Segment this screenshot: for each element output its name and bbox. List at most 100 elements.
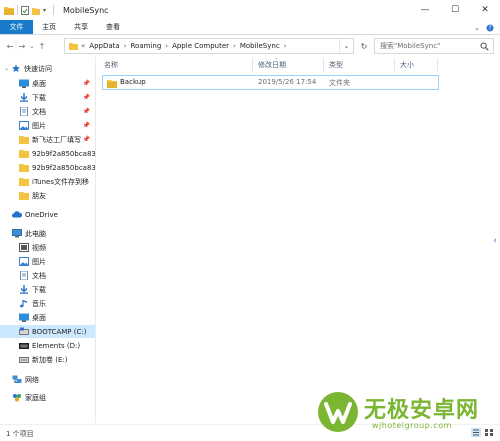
forward-button[interactable]: →: [16, 37, 28, 55]
documents-icon: [20, 107, 28, 116]
nav-item-label: 音乐: [32, 299, 46, 308]
nav-pc-videos[interactable]: 视频: [0, 241, 95, 254]
nav-item-label: 92b9f2a850bca83: [32, 163, 96, 172]
breadcrumb-mobilesync[interactable]: MobileSync: [240, 42, 280, 50]
nav-pc-drive-d[interactable]: Elements (D:): [0, 339, 95, 352]
nav-quick-pictures[interactable]: 图片 📌: [0, 119, 95, 132]
folder-icon: [19, 150, 29, 158]
quick-access-dropdown-icon[interactable]: ▾: [43, 7, 46, 14]
download-icon: [20, 93, 28, 102]
nav-pc-pictures[interactable]: 图片: [0, 255, 95, 268]
nav-pc-music[interactable]: 音乐: [0, 297, 95, 310]
expand-ribbon-icon[interactable]: ⌄: [474, 24, 480, 32]
breadcrumb-apple-computer[interactable]: Apple Computer: [172, 42, 229, 50]
documents-icon: [20, 271, 28, 280]
pin-icon[interactable]: 📌: [83, 122, 90, 129]
nav-item-label: 桌面: [32, 313, 46, 322]
nav-item-label: 图片: [32, 257, 46, 266]
nav-pc-desktop[interactable]: 桌面: [0, 311, 95, 324]
nav-item-label: iTunes文件存到移: [32, 177, 89, 186]
folder-icon: [69, 43, 78, 50]
properties-icon[interactable]: [21, 5, 29, 15]
nav-quick-folder[interactable]: iTunes文件存到移: [0, 175, 95, 188]
nav-quick-desktop[interactable]: 桌面 📌: [0, 77, 95, 90]
download-icon: [20, 285, 28, 294]
nav-quick-folder[interactable]: 92b9f2a850bca83: [0, 147, 95, 160]
nav-onedrive-label: OneDrive: [25, 210, 58, 219]
nav-quick-folder[interactable]: 朋友: [0, 189, 95, 202]
svg-text:?: ?: [488, 25, 491, 32]
tab-share[interactable]: 共享: [65, 20, 97, 34]
chevron-left-icon[interactable]: ‹: [490, 232, 500, 250]
tab-view[interactable]: 查看: [97, 20, 129, 34]
pin-icon[interactable]: 📌: [83, 108, 90, 115]
column-header-size[interactable]: 大小: [396, 58, 438, 72]
up-button[interactable]: ↑: [36, 37, 48, 55]
address-history-dropdown[interactable]: ⌄: [339, 39, 353, 53]
title-separator: [53, 5, 55, 15]
refresh-button[interactable]: ↻: [357, 38, 371, 54]
nav-quick-access[interactable]: ⌄ 快速访问: [0, 62, 95, 75]
nav-item-label: 文档: [32, 107, 46, 116]
nav-network-label: 网络: [25, 375, 39, 384]
nav-quick-folder[interactable]: 92b9f2a850bca83: [0, 161, 96, 174]
tab-home[interactable]: 主页: [33, 20, 65, 34]
chevron-right-icon[interactable]: ›: [233, 42, 236, 50]
file-row[interactable]: Backup 2019/5/26 17:54 文件夹: [102, 75, 439, 90]
title-bar: ▾ MobileSync — ☐ ✕: [0, 0, 500, 20]
column-header-type[interactable]: 类型: [325, 58, 395, 72]
nav-pc-drive-e[interactable]: 新加卷 (E:): [0, 353, 95, 366]
star-icon: [11, 64, 21, 73]
nav-item-label: 下载: [32, 93, 46, 102]
nav-item-label: Elements (D:): [32, 341, 81, 350]
quick-access-separator: [17, 5, 18, 15]
nav-pc-documents[interactable]: 文档: [0, 269, 95, 282]
music-icon: [20, 300, 27, 308]
chevron-right-icon[interactable]: ›: [284, 42, 287, 50]
nav-homegroup[interactable]: 家庭组: [0, 391, 95, 404]
window-controls: — ☐ ✕: [410, 0, 500, 20]
help-icon[interactable]: ?: [486, 24, 494, 32]
desktop-icon: [19, 79, 29, 88]
pin-icon[interactable]: 📌: [83, 136, 90, 143]
nav-item-label: 下载: [32, 285, 46, 294]
pin-icon[interactable]: 📌: [83, 80, 90, 87]
back-button[interactable]: ←: [4, 37, 16, 55]
chevron-right-icon[interactable]: ›: [165, 42, 168, 50]
column-header-name[interactable]: 名称: [100, 58, 253, 72]
search-placeholder: 搜索"MobileSync": [380, 42, 441, 50]
chevron-right-icon[interactable]: ›: [124, 42, 127, 50]
search-box[interactable]: 搜索"MobileSync": [374, 38, 494, 54]
nav-pc-drive-c[interactable]: BOOTCAMP (C:): [0, 325, 95, 338]
minimize-button[interactable]: —: [410, 0, 440, 20]
new-folder-icon[interactable]: [32, 6, 40, 15]
recent-locations-icon[interactable]: ⌄: [28, 37, 36, 55]
folder-icon: [19, 164, 29, 172]
folder-icon: [19, 192, 29, 200]
pin-icon[interactable]: 📌: [83, 94, 90, 101]
folder-icon: [107, 80, 117, 88]
nav-quick-documents[interactable]: 文档 📌: [0, 105, 95, 118]
file-type: 文件夹: [329, 79, 350, 87]
overflow-crumb[interactable]: «: [81, 42, 85, 50]
nav-quick-downloads[interactable]: 下载 📌: [0, 91, 95, 104]
nav-quick-folder[interactable]: 新飞达工厂填写 📌: [0, 133, 95, 146]
nav-this-pc[interactable]: 此电脑: [0, 227, 95, 240]
address-bar[interactable]: « AppData › Roaming › Apple Computer › M…: [64, 38, 354, 54]
file-date: 2019/5/26 17:54: [258, 78, 317, 86]
column-header-date[interactable]: 修改日期: [254, 58, 324, 72]
nav-pc-downloads[interactable]: 下载: [0, 283, 95, 296]
videos-icon: [19, 243, 29, 252]
chevron-down-icon[interactable]: ⌄: [4, 65, 9, 72]
nav-onedrive[interactable]: OneDrive: [0, 208, 95, 221]
nav-network[interactable]: 网络: [0, 373, 95, 386]
breadcrumb-appdata[interactable]: AppData: [89, 42, 119, 50]
nav-item-label: 新加卷 (E:): [32, 355, 68, 364]
drive-icon: [19, 327, 29, 335]
folder-icon: [4, 6, 14, 15]
close-button[interactable]: ✕: [470, 0, 500, 20]
tab-file[interactable]: 文件: [0, 20, 33, 34]
breadcrumb-roaming[interactable]: Roaming: [131, 42, 162, 50]
file-name: Backup: [120, 78, 146, 86]
maximize-button[interactable]: ☐: [440, 0, 470, 20]
